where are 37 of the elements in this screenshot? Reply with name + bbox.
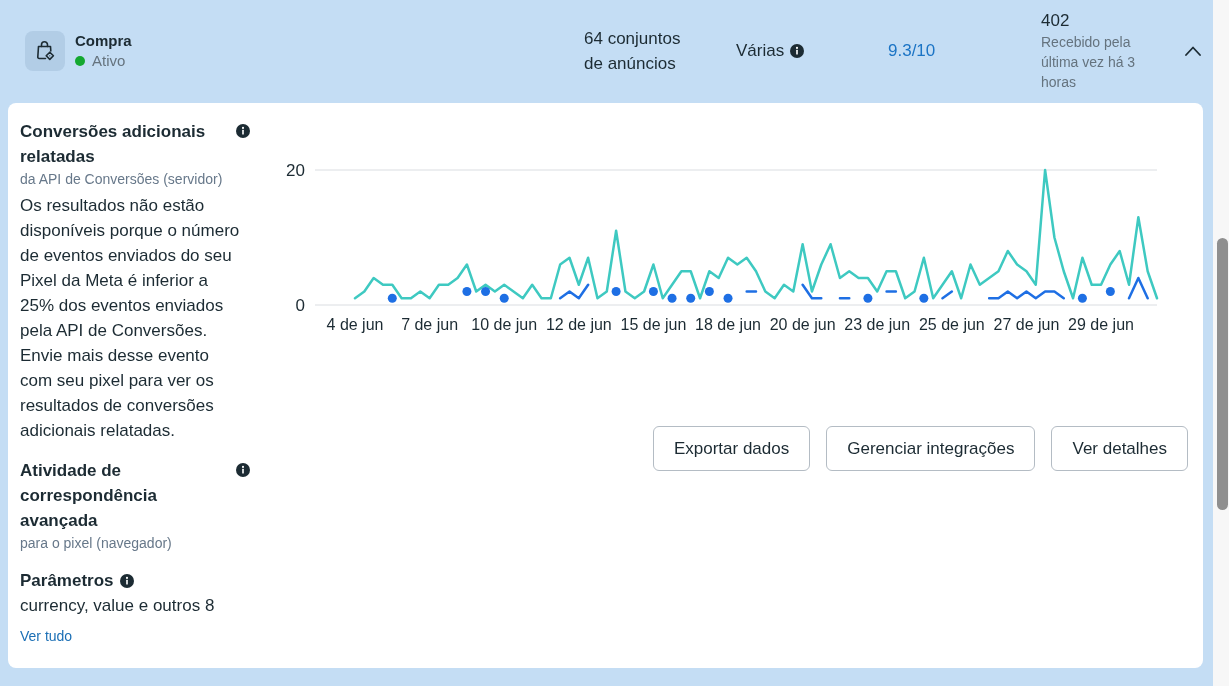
section-subtitle: da API de Conversões (servidor) [20, 170, 224, 189]
info-icon [119, 573, 134, 588]
ad-sets-text: 64 conjuntos de anúncios [584, 27, 682, 75]
section-subtitle: para o pixel (navegador) [20, 534, 173, 553]
axis-label: 23 de jun [844, 316, 911, 333]
axis-label: 29 de jun [1068, 316, 1134, 333]
axis-label: 27 de jun [993, 316, 1060, 333]
scrollbar-thumb[interactable] [1217, 238, 1228, 510]
section-title: Parâmetros [20, 570, 114, 592]
axis-label: 0 [295, 296, 305, 315]
axis-label: 7 de jun [401, 316, 459, 333]
event-name: Compra [75, 30, 133, 51]
axis-label: 18 de jun [695, 316, 761, 333]
info-icon [236, 463, 250, 477]
export-button[interactable]: Exportar dados [652, 426, 811, 471]
section-title: Atividade de correspondência avançada [20, 460, 158, 532]
status-text: Ativo [92, 50, 126, 71]
axis-label: 20 [286, 161, 305, 180]
setting-text: Várias [736, 40, 785, 62]
description-text: Os resultados não estão disponíveis porque o número de eventos enviados do seu Pixel da Meta é inferior a 25% dos eventos enviados pela API de Conversões. Envie mais desse evento com seu pixel para ver os resultados de conversões adicionais relatadas. [20, 195, 241, 442]
integrations-button[interactable]: Gerenciar integrações [826, 426, 1036, 471]
info-icon [236, 124, 250, 138]
axis-label: 25 de jun [918, 316, 985, 333]
parameters-text: currency, value e outros 8 [20, 595, 216, 617]
axis-label: 12 de jun [545, 316, 612, 333]
event-count: 402 [1041, 9, 1071, 32]
see-all-link[interactable]: Ver tudo [20, 626, 73, 646]
shopping-bag-icon [25, 30, 65, 71]
axis-label: 15 de jun [620, 316, 687, 333]
info-icon [790, 43, 805, 58]
axis-label: 4 de jun [326, 316, 384, 333]
axis-label: 20 de jun [769, 316, 836, 333]
chevron-up-icon [1185, 45, 1201, 56]
details-button[interactable]: Ver detalhes [1051, 426, 1188, 471]
section-title: Conversões adicionais relatadas [20, 121, 207, 168]
axis-label: 10 de jun [471, 316, 538, 333]
last-received-text: Recebido pela última vez há 3 horas [1041, 32, 1137, 92]
